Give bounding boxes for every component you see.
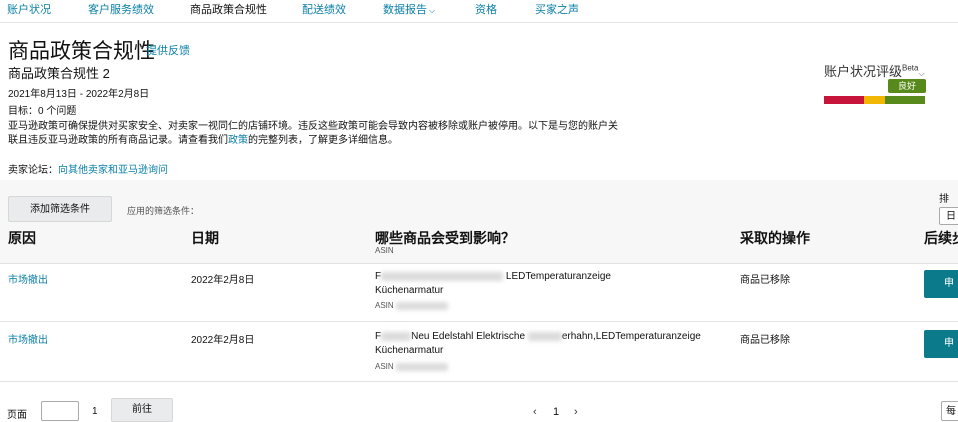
page-total: 1 [92, 406, 98, 417]
health-meter [824, 96, 926, 104]
pagination-label: 页面 [7, 410, 27, 421]
redacted-asin [395, 362, 448, 371]
forum-label: 卖家论坛： [8, 165, 58, 176]
health-meter-segment [884, 96, 905, 104]
product-title-line2: Küchenarmatur [375, 285, 444, 296]
redacted-text [527, 331, 562, 341]
beta-tag: Beta [902, 63, 919, 73]
action-taken: 商品已移除 [740, 335, 790, 346]
tab-data-reports[interactable]: 数据报告 ⌵ [383, 1, 435, 17]
filter-panel [0, 180, 958, 264]
top-navigation: 账户状况 客户服务绩效 商品政策合规性 配送绩效 数据报告 ⌵ 资格 买家之声 [0, 0, 958, 23]
asin-line: ASIN [375, 362, 448, 371]
reason-link[interactable]: 市场撤出 [8, 271, 48, 286]
tab-voice-of-customer[interactable]: 买家之声 [535, 1, 579, 17]
tab-eligibility[interactable]: 资格 [475, 1, 497, 17]
account-health-label: 账户状况评级 [824, 64, 903, 79]
add-filter-button[interactable]: 添加筛选条件 [8, 196, 112, 222]
appeal-button[interactable]: 申 [924, 270, 958, 298]
column-header-followup: 后续步 [924, 230, 958, 246]
chevron-down-icon: ⌵ [918, 69, 925, 78]
policy-description: 亚马逊政策可确保提供对买家安全、对卖家一视同仁的店铺环境。违反这些政策可能会导致… [8, 120, 658, 148]
reason-link[interactable]: 市场撤出 [8, 331, 48, 346]
row-divider [0, 381, 958, 382]
health-meter-segment [824, 96, 845, 104]
go-button[interactable]: 前往 [111, 398, 173, 422]
column-header-reason: 原因 [8, 230, 36, 246]
policy-link[interactable]: 政策 [228, 135, 248, 146]
date-range: 2021年8月13日 - 2022年2月8日 [8, 89, 150, 100]
tab-account-health[interactable]: 账户状况 [7, 1, 51, 17]
redacted-asin [395, 301, 448, 310]
health-meter-segment [844, 96, 865, 104]
per-page-select[interactable]: 每 [941, 401, 958, 421]
row-divider [0, 263, 958, 264]
appeal-button[interactable]: 申 [924, 330, 958, 358]
chevron-down-icon: ⌵ [429, 6, 436, 15]
tab-customer-service[interactable]: 客户服务绩效 [88, 1, 154, 17]
product-title-tail: erhahn,LEDTemperaturanzeige [561, 331, 701, 342]
account-health-rating[interactable]: 账户状况评级Beta⌵ [824, 61, 925, 80]
column-header-action: 采取的操作 [740, 230, 810, 246]
redacted-text [381, 331, 412, 341]
sort-select[interactable]: 日 [939, 207, 958, 225]
seller-forum: 卖家论坛：向其他卖家和亚马逊询问 [8, 161, 168, 176]
description-line-1: 亚马逊政策可确保提供对买家安全、对卖家一视同仁的店铺环境。违反这些政策可能会导致… [8, 121, 618, 132]
description-line-2a: 联且违反亚马逊政策的所有商品记录。请查看我们 [8, 135, 228, 146]
page-subtitle: 商品政策合规性 2 [8, 66, 110, 81]
previous-page-icon[interactable]: ‹ [533, 406, 537, 418]
column-header-affected: 哪些商品会受到影响？ [375, 230, 515, 246]
row-divider [0, 321, 958, 322]
goal-text: 目标：0 个问题 [8, 106, 77, 117]
row-date: 2022年2月8日 [191, 275, 255, 286]
health-status-badge: 良好 [888, 79, 926, 93]
asin-line: ASIN [375, 301, 448, 310]
column-subheader-asin: ASIN [375, 246, 394, 255]
product-title-mid: Neu Edelstahl Elektrische [411, 331, 526, 342]
asin-label: ASIN [375, 301, 394, 310]
applied-filters-label: 应用的筛选条件： [127, 206, 200, 216]
description-line-2b: 的完整列表，了解更多详细信息。 [248, 135, 398, 146]
health-meter-segment [904, 96, 926, 104]
column-header-date: 日期 [191, 230, 219, 246]
feedback-link[interactable]: 提供反馈 [146, 42, 190, 58]
tab-policy-compliance[interactable]: 商品政策合规性 [190, 1, 267, 17]
redacted-text [381, 271, 504, 281]
product-title-tail: LEDTemperaturanzeige [505, 271, 611, 282]
current-page[interactable]: 1 [553, 406, 559, 418]
row-date: 2022年2月8日 [191, 335, 255, 346]
page-number-input[interactable] [41, 401, 79, 421]
page-title: 商品政策合规性 [8, 40, 155, 63]
next-page-icon[interactable]: › [574, 406, 578, 418]
product-title: F Neu Edelstahl Elektrische erhahn,LEDTem… [375, 330, 720, 358]
forum-link[interactable]: 向其他卖家和亚马逊询问 [58, 165, 168, 176]
product-title-line2: Küchenarmatur [375, 345, 444, 356]
tab-data-reports-label: 数据报告 [383, 4, 427, 16]
product-title: F LEDTemperaturanzeige Küchenarmatur [375, 270, 720, 298]
tab-shipping-performance[interactable]: 配送绩效 [302, 1, 346, 17]
action-taken: 商品已移除 [740, 275, 790, 286]
health-meter-segment [864, 96, 885, 104]
asin-label: ASIN [375, 362, 394, 371]
